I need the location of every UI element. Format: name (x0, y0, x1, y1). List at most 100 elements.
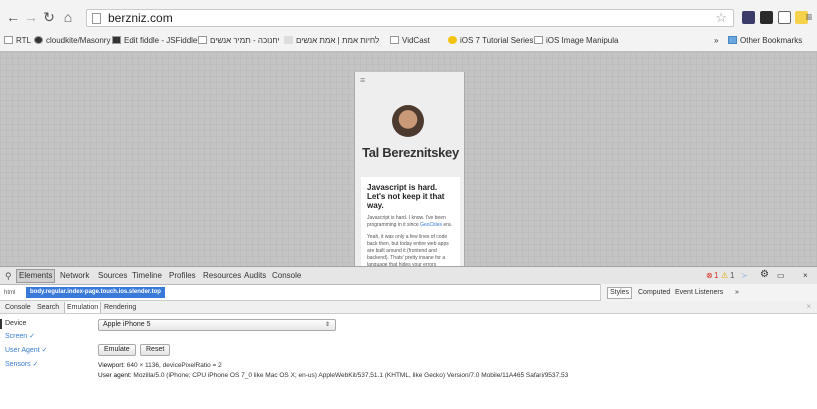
viewport-label: Viewport: (98, 362, 125, 369)
bookmark-item[interactable]: Edit fiddle - JSFiddle (112, 34, 197, 48)
tab-console[interactable]: Console (272, 270, 301, 282)
page-icon (284, 36, 293, 44)
gear-icon[interactable]: ⚙ (760, 269, 769, 281)
bookmark-label: Edit fiddle - JSFiddle (124, 36, 198, 45)
bookmark-item[interactable]: cloudkite/Masonry (34, 34, 110, 48)
emulation-item-user-agent[interactable]: User Agent ✓ (5, 346, 47, 356)
bookmark-label: cloudkite/Masonry (46, 36, 111, 45)
device-select-value: Apple iPhone 5 (103, 321, 151, 328)
tab-profiles[interactable]: Profiles (169, 270, 196, 282)
star-icon (448, 36, 457, 44)
github-icon (34, 36, 43, 44)
tab-elements[interactable]: Elements (16, 269, 56, 283)
bookmark-item[interactable]: RTL (4, 34, 31, 48)
bookmarks-bar: RTL cloudkite/Masonry Edit fiddle - JSFi… (0, 30, 817, 52)
drawer-tab-rendering[interactable]: Rendering (104, 302, 136, 313)
dock-icon[interactable]: ▭ (777, 270, 785, 282)
reload-icon[interactable]: ↻ (42, 9, 56, 25)
sidebar-panel-tabs: Styles Computed Event Listeners » (600, 284, 817, 302)
jsfiddle-icon (112, 36, 121, 44)
forward-arrow-icon[interactable]: → (24, 9, 38, 25)
bookmark-label: לחיות אמת | אמת אנשים (296, 36, 380, 45)
emulation-item-screen[interactable]: Screen ✓ (5, 332, 35, 342)
drawer-toggle-icon[interactable]: ≻ (741, 270, 748, 282)
side-tabs-overflow[interactable]: » (735, 288, 739, 298)
emulate-button[interactable]: Emulate (98, 344, 136, 356)
emulation-sidebar: Device Screen ✓ User Agent ✓ Sensors ✓ (0, 314, 80, 409)
bookmark-label: יחנוכה - תמיר אנשים (210, 36, 280, 45)
bookmark-item[interactable]: iOS 7 Tutorial Series (448, 34, 533, 48)
drawer-tab-console[interactable]: Console (5, 302, 31, 313)
device-select[interactable]: Apple iPhone 5 ⇕ (98, 319, 336, 331)
bookmarks-overflow[interactable]: » (714, 34, 718, 48)
bookmark-item[interactable]: יחנוכה - תמיר אנשים (198, 34, 280, 48)
tab-event-listeners[interactable]: Event Listeners (675, 288, 723, 298)
bookmark-label: iOS Image Manipula (546, 36, 619, 45)
devtools-tabbar: ⚲ Elements Network Sources Timeline Prof… (0, 266, 817, 285)
hamburger-icon[interactable]: ≡ (360, 76, 365, 85)
emulated-viewport: ≡ Tal Bereznitskey Javascript is hard. L… (0, 52, 817, 266)
back-arrow-icon[interactable]: ← (6, 9, 20, 25)
page-icon (4, 36, 13, 44)
page-icon (390, 36, 399, 44)
tab-styles[interactable]: Styles (607, 287, 633, 299)
page-icon (198, 36, 207, 44)
drawer-close-icon[interactable]: × (806, 301, 811, 313)
tab-timeline[interactable]: Timeline (132, 270, 162, 282)
viewport-value: 640 × 1136, devicePixelRatio = 2 (126, 362, 222, 369)
post-link[interactable]: GeoCities (420, 222, 442, 228)
close-icon[interactable]: × (803, 270, 808, 282)
drawer-tab-emulation[interactable]: Emulation (64, 302, 102, 313)
bookmark-item[interactable]: iOS Image Manipula (534, 34, 618, 48)
url-text: berzniz.com (108, 11, 173, 25)
breadcrumb-html[interactable]: html (4, 288, 15, 298)
post-card: Javascript is hard. Let's not keep it th… (361, 177, 460, 266)
tab-computed[interactable]: Computed (638, 288, 670, 298)
user-agent-info: User agent: Mozilla/5.0 (iPhone; CPU iPh… (98, 371, 568, 380)
address-bar[interactable]: berzniz.com ☆ (86, 9, 734, 27)
bookmark-label: iOS 7 Tutorial Series (460, 36, 534, 45)
bookmark-label: RTL (16, 36, 31, 45)
post-title[interactable]: Javascript is hard. Let's not keep it th… (367, 183, 454, 210)
menu-icon[interactable]: ≡ (802, 9, 816, 25)
search-icon[interactable]: ⚲ (5, 270, 12, 282)
bookmark-label: Other Bookmarks (740, 36, 803, 45)
error-count[interactable]: 1 (714, 270, 718, 282)
buffer-extension-icon[interactable] (760, 11, 773, 24)
warning-count[interactable]: 1 (730, 270, 734, 282)
emulation-panel: Device Screen ✓ User Agent ✓ Sensors ✓ A… (0, 314, 817, 409)
drawer-tabbar: Console Search Emulation Rendering × (0, 301, 817, 314)
bookmark-item[interactable]: VidCast (390, 34, 430, 48)
page-icon (534, 36, 543, 44)
user-agent-label: User agent: (98, 372, 132, 379)
avatar (392, 105, 424, 137)
post-paragraph: Yeah, it was only a few lines of code ba… (367, 234, 449, 266)
user-agent-value: Mozilla/5.0 (iPhone; CPU iPhone OS 7_0 l… (133, 372, 569, 379)
breadcrumb-selected-node[interactable]: body.regular.index-page.touch.ios.slende… (26, 287, 165, 298)
tab-resources[interactable]: Resources (203, 270, 241, 282)
post-excerpt: Javascript is hard. I know. I've been pr… (367, 215, 454, 229)
bookmark-star-icon[interactable]: ☆ (715, 10, 727, 26)
device-frame: ≡ Tal Bereznitskey Javascript is hard. L… (354, 72, 465, 266)
folder-icon (728, 36, 737, 44)
updown-arrows-icon: ⇕ (324, 322, 330, 328)
reset-button[interactable]: Reset (140, 344, 171, 356)
emulation-item-device[interactable]: Device (0, 319, 26, 329)
bookmark-label: VidCast (402, 36, 430, 45)
bookmark-item[interactable]: לחיות אמת | אמת אנשים (284, 34, 379, 48)
emulation-item-sensors[interactable]: Sensors ✓ (5, 360, 39, 370)
site-title: Tal Bereznitskey (362, 145, 459, 160)
browser-toolbar: ← → ↻ ⌂ berzniz.com ☆ ≡ (0, 6, 817, 30)
tab-network[interactable]: Network (60, 270, 89, 282)
drawer-tab-search[interactable]: Search (37, 302, 59, 313)
other-bookmarks[interactable]: Other Bookmarks (728, 34, 802, 48)
tab-audits[interactable]: Audits (244, 270, 266, 282)
cast-extension-icon[interactable] (778, 11, 791, 24)
shield-extension-icon[interactable] (742, 11, 755, 24)
page-icon (92, 13, 101, 24)
tab-sources[interactable]: Sources (98, 270, 127, 282)
home-icon[interactable]: ⌂ (61, 9, 75, 25)
viewport-info: Viewport: 640 × 1136, devicePixelRatio =… (98, 361, 222, 370)
error-icon[interactable]: ⊗ (706, 270, 713, 282)
warning-icon[interactable]: ⚠ (721, 270, 728, 282)
